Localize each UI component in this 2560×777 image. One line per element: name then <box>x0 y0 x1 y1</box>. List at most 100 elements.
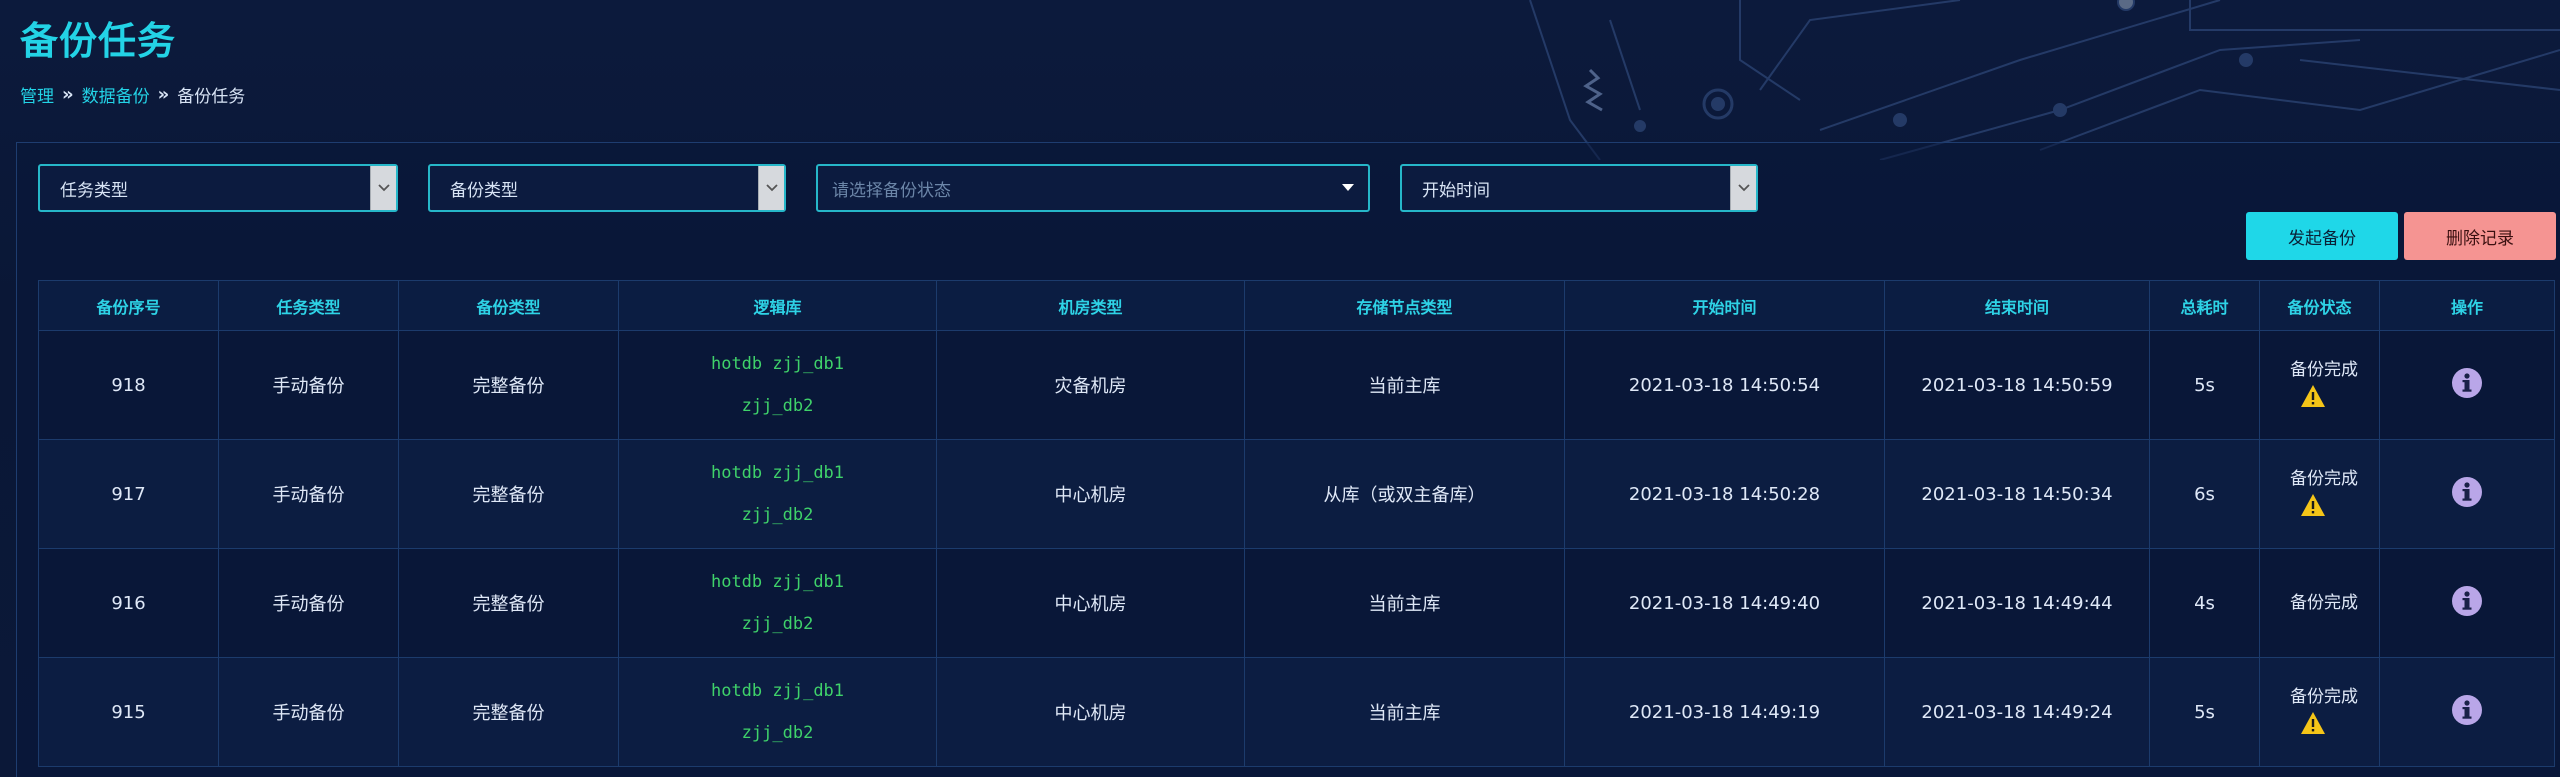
cell-actions <box>2379 439 2555 549</box>
column-header-task-type[interactable]: 任务类型 <box>218 280 399 331</box>
cell-backup-type: 完整备份 <box>398 548 619 658</box>
column-header-start-time[interactable]: 开始时间 <box>1564 280 1885 331</box>
chevron-down-icon[interactable] <box>758 166 784 210</box>
cell-backup-type: 完整备份 <box>398 439 619 549</box>
task-type-select-label: 任务类型 <box>60 180 128 201</box>
column-header-backup-id[interactable]: 备份序号 <box>38 280 219 331</box>
breadcrumb-separator: » <box>157 84 170 105</box>
cell-backup-type: 完整备份 <box>398 657 619 767</box>
logic-db-line: zjj_db2 <box>741 396 814 416</box>
column-header-node-type[interactable]: 存储节点类型 <box>1244 280 1565 331</box>
info-circle-icon[interactable] <box>2451 585 2483 617</box>
cell-backup-id: 915 <box>38 657 219 767</box>
status-text: 备份完成 <box>2290 360 2358 380</box>
logic-db-line: hotdb zjj_db1 <box>710 572 845 592</box>
breadcrumb-item-manage[interactable]: 管理 <box>20 82 54 107</box>
backup-status-placeholder: 请选择备份状态 <box>832 180 951 201</box>
cell-room-type: 中心机房 <box>936 657 1245 767</box>
backup-type-select-label: 备份类型 <box>450 180 518 201</box>
cell-logic-db: hotdb zjj_db1 zjj_db2 <box>618 330 937 440</box>
page: 备份任务 管理 » 数据备份 » 备份任务 任务类型 备份类型 请选择备份状态 … <box>0 0 2560 777</box>
chevron-down-icon[interactable] <box>1730 166 1756 210</box>
chevron-down-icon[interactable] <box>370 166 396 210</box>
breadcrumb-separator: » <box>62 84 74 105</box>
cell-duration: 5s <box>2149 330 2260 440</box>
cell-duration: 5s <box>2149 657 2260 767</box>
backup-type-select[interactable]: 备份类型 <box>428 164 786 212</box>
cell-end-time: 2021-03-18 14:49:44 <box>1884 548 2150 658</box>
logic-db-line: hotdb zjj_db1 <box>710 463 845 483</box>
cell-start-time: 2021-03-18 14:50:54 <box>1564 330 1885 440</box>
info-circle-icon[interactable] <box>2451 476 2483 508</box>
cell-backup-type: 完整备份 <box>398 330 619 440</box>
page-title: 备份任务 <box>20 19 177 63</box>
logic-db-line: zjj_db2 <box>741 614 814 634</box>
cell-start-time: 2021-03-18 14:49:19 <box>1564 657 1885 767</box>
start-backup-button[interactable]: 发起备份 <box>2246 212 2398 260</box>
table-header-row: 备份序号 任务类型 备份类型 逻辑库 机房类型 存储节点类型 开始时间 结束时间… <box>38 280 2555 331</box>
caret-down-icon[interactable] <box>1328 184 1368 192</box>
cell-room-type: 中心机房 <box>936 439 1245 549</box>
backup-status-select[interactable]: 请选择备份状态 <box>816 164 1370 212</box>
cell-start-time: 2021-03-18 14:49:40 <box>1564 548 1885 658</box>
cell-task-type: 手动备份 <box>218 439 399 549</box>
start-time-select[interactable]: 开始时间 <box>1400 164 1758 212</box>
table-row: 915 手动备份 完整备份 hotdb zjj_db1 zjj_db2 中心机房… <box>38 657 2555 767</box>
column-header-end-time[interactable]: 结束时间 <box>1884 280 2150 331</box>
table-row: 916 手动备份 完整备份 hotdb zjj_db1 zjj_db2 中心机房… <box>38 548 2555 658</box>
column-header-duration[interactable]: 总耗时 <box>2149 280 2260 331</box>
breadcrumb-item-data-backup[interactable]: 数据备份 <box>82 82 150 107</box>
cell-end-time: 2021-03-18 14:50:34 <box>1884 439 2150 549</box>
cell-status: 备份完成 <box>2259 548 2380 658</box>
info-circle-icon[interactable] <box>2451 694 2483 726</box>
column-header-room-type[interactable]: 机房类型 <box>936 280 1245 331</box>
cell-logic-db: hotdb zjj_db1 zjj_db2 <box>618 657 937 767</box>
cell-task-type: 手动备份 <box>218 548 399 658</box>
cell-node-type: 当前主库 <box>1244 657 1565 767</box>
cell-status: 备份完成 <box>2259 439 2380 549</box>
breadcrumb-item-backup-tasks: 备份任务 <box>177 87 246 107</box>
start-time-select-label: 开始时间 <box>1422 180 1490 201</box>
cell-task-type: 手动备份 <box>218 657 399 767</box>
info-circle-icon[interactable] <box>2451 367 2483 399</box>
logic-db-line: hotdb zjj_db1 <box>710 354 845 374</box>
column-header-logic-db[interactable]: 逻辑库 <box>618 280 937 331</box>
status-text: 备份完成 <box>2290 687 2358 707</box>
cell-end-time: 2021-03-18 14:50:59 <box>1884 330 2150 440</box>
cell-actions <box>2379 330 2555 440</box>
cell-end-time: 2021-03-18 14:49:24 <box>1884 657 2150 767</box>
delete-records-button[interactable]: 删除记录 <box>2404 212 2556 260</box>
table-row: 918 手动备份 完整备份 hotdb zjj_db1 zjj_db2 灾备机房… <box>38 330 2555 440</box>
cell-room-type: 灾备机房 <box>936 330 1245 440</box>
cell-duration: 6s <box>2149 439 2260 549</box>
cell-status: 备份完成 <box>2259 330 2380 440</box>
cell-backup-id: 917 <box>38 439 219 549</box>
cell-start-time: 2021-03-18 14:50:28 <box>1564 439 1885 549</box>
status-text: 备份完成 <box>2290 593 2358 613</box>
table-row: 917 手动备份 完整备份 hotdb zjj_db1 zjj_db2 中心机房… <box>38 439 2555 549</box>
column-header-status[interactable]: 备份状态 <box>2259 280 2380 331</box>
warning-triangle-icon[interactable] <box>2300 711 2326 735</box>
cell-actions <box>2379 548 2555 658</box>
cell-backup-id: 918 <box>38 330 219 440</box>
breadcrumb: 管理 » 数据备份 » 备份任务 <box>20 82 245 107</box>
warning-triangle-icon[interactable] <box>2300 384 2326 408</box>
column-header-backup-type[interactable]: 备份类型 <box>398 280 619 331</box>
cell-duration: 4s <box>2149 548 2260 658</box>
cell-task-type: 手动备份 <box>218 330 399 440</box>
cell-backup-id: 916 <box>38 548 219 658</box>
cell-node-type: 当前主库 <box>1244 548 1565 658</box>
warning-triangle-icon[interactable] <box>2300 493 2326 517</box>
logic-db-line: hotdb zjj_db1 <box>710 681 845 701</box>
task-type-select[interactable]: 任务类型 <box>38 164 398 212</box>
logic-db-line: zjj_db2 <box>741 505 814 525</box>
logic-db-line: zjj_db2 <box>741 723 814 743</box>
cell-node-type: 从库（或双主备库） <box>1244 439 1565 549</box>
backup-task-table: 备份序号 任务类型 备份类型 逻辑库 机房类型 存储节点类型 开始时间 结束时间… <box>38 280 2555 767</box>
cell-status: 备份完成 <box>2259 657 2380 767</box>
cell-logic-db: hotdb zjj_db1 zjj_db2 <box>618 548 937 658</box>
column-header-actions: 操作 <box>2379 280 2555 331</box>
circuit-background <box>1529 0 2560 160</box>
cell-logic-db: hotdb zjj_db1 zjj_db2 <box>618 439 937 549</box>
status-text: 备份完成 <box>2290 469 2358 489</box>
